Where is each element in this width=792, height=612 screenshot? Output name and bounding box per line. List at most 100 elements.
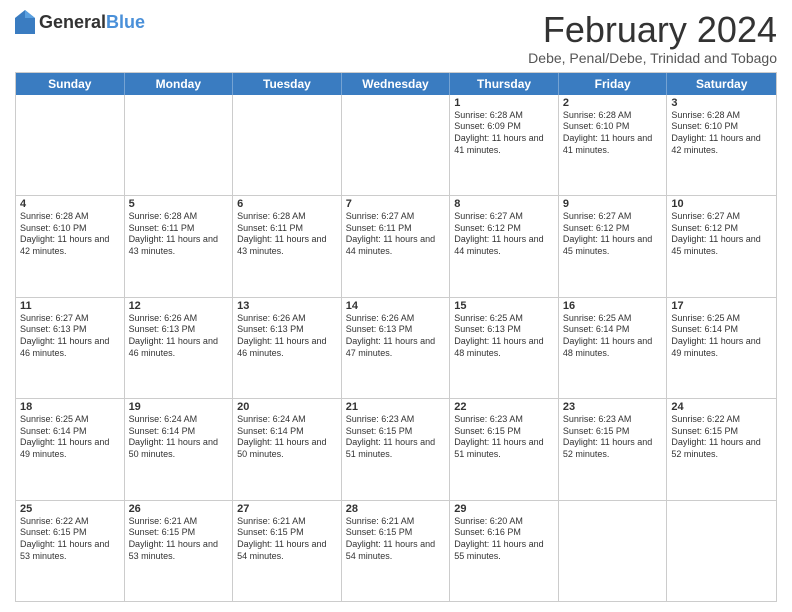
logo: GeneralBlue: [15, 10, 145, 34]
day-number: 25: [20, 503, 120, 515]
calendar-header: SundayMondayTuesdayWednesdayThursdayFrid…: [16, 73, 776, 95]
calendar-day: 4Sunrise: 6:28 AM Sunset: 6:10 PM Daylig…: [16, 196, 125, 296]
calendar-day: 6Sunrise: 6:28 AM Sunset: 6:11 PM Daylig…: [233, 196, 342, 296]
calendar-row: 11Sunrise: 6:27 AM Sunset: 6:13 PM Dayli…: [16, 298, 776, 399]
calendar-day: 13Sunrise: 6:26 AM Sunset: 6:13 PM Dayli…: [233, 298, 342, 398]
day-info: Sunrise: 6:22 AM Sunset: 6:15 PM Dayligh…: [671, 414, 772, 461]
empty-cell: [16, 95, 125, 195]
day-number: 29: [454, 503, 554, 515]
day-info: Sunrise: 6:27 AM Sunset: 6:13 PM Dayligh…: [20, 313, 120, 360]
day-number: 5: [129, 198, 229, 210]
day-info: Sunrise: 6:24 AM Sunset: 6:14 PM Dayligh…: [237, 414, 337, 461]
calendar-day: 27Sunrise: 6:21 AM Sunset: 6:15 PM Dayli…: [233, 501, 342, 601]
calendar-day: 10Sunrise: 6:27 AM Sunset: 6:12 PM Dayli…: [667, 196, 776, 296]
calendar-day: 16Sunrise: 6:25 AM Sunset: 6:14 PM Dayli…: [559, 298, 668, 398]
day-info: Sunrise: 6:27 AM Sunset: 6:12 PM Dayligh…: [671, 211, 772, 258]
day-number: 8: [454, 198, 554, 210]
calendar-day: 26Sunrise: 6:21 AM Sunset: 6:15 PM Dayli…: [125, 501, 234, 601]
day-of-week-header: Monday: [125, 73, 234, 95]
calendar-day: 23Sunrise: 6:23 AM Sunset: 6:15 PM Dayli…: [559, 399, 668, 499]
day-of-week-header: Saturday: [667, 73, 776, 95]
day-of-week-header: Thursday: [450, 73, 559, 95]
calendar-body: 1Sunrise: 6:28 AM Sunset: 6:09 PM Daylig…: [16, 95, 776, 601]
day-of-week-header: Tuesday: [233, 73, 342, 95]
day-info: Sunrise: 6:23 AM Sunset: 6:15 PM Dayligh…: [563, 414, 663, 461]
day-number: 23: [563, 401, 663, 413]
empty-cell: [667, 501, 776, 601]
day-info: Sunrise: 6:21 AM Sunset: 6:15 PM Dayligh…: [129, 516, 229, 563]
day-number: 4: [20, 198, 120, 210]
empty-cell: [233, 95, 342, 195]
day-info: Sunrise: 6:26 AM Sunset: 6:13 PM Dayligh…: [237, 313, 337, 360]
day-info: Sunrise: 6:27 AM Sunset: 6:12 PM Dayligh…: [563, 211, 663, 258]
empty-cell: [125, 95, 234, 195]
day-number: 1: [454, 97, 554, 109]
day-info: Sunrise: 6:22 AM Sunset: 6:15 PM Dayligh…: [20, 516, 120, 563]
calendar-day: 3Sunrise: 6:28 AM Sunset: 6:10 PM Daylig…: [667, 95, 776, 195]
logo-general: General: [39, 12, 106, 32]
day-info: Sunrise: 6:24 AM Sunset: 6:14 PM Dayligh…: [129, 414, 229, 461]
logo-blue: Blue: [106, 12, 145, 32]
day-info: Sunrise: 6:20 AM Sunset: 6:16 PM Dayligh…: [454, 516, 554, 563]
day-number: 3: [671, 97, 772, 109]
day-info: Sunrise: 6:28 AM Sunset: 6:11 PM Dayligh…: [129, 211, 229, 258]
day-info: Sunrise: 6:21 AM Sunset: 6:15 PM Dayligh…: [346, 516, 446, 563]
calendar-row: 25Sunrise: 6:22 AM Sunset: 6:15 PM Dayli…: [16, 501, 776, 601]
day-number: 18: [20, 401, 120, 413]
calendar-day: 20Sunrise: 6:24 AM Sunset: 6:14 PM Dayli…: [233, 399, 342, 499]
calendar-day: 29Sunrise: 6:20 AM Sunset: 6:16 PM Dayli…: [450, 501, 559, 601]
day-info: Sunrise: 6:25 AM Sunset: 6:14 PM Dayligh…: [671, 313, 772, 360]
calendar-row: 18Sunrise: 6:25 AM Sunset: 6:14 PM Dayli…: [16, 399, 776, 500]
day-number: 27: [237, 503, 337, 515]
calendar-day: 14Sunrise: 6:26 AM Sunset: 6:13 PM Dayli…: [342, 298, 451, 398]
page: GeneralBlue February 2024 Debe, Penal/De…: [0, 0, 792, 612]
calendar-row: 4Sunrise: 6:28 AM Sunset: 6:10 PM Daylig…: [16, 196, 776, 297]
day-of-week-header: Wednesday: [342, 73, 451, 95]
day-number: 2: [563, 97, 663, 109]
day-number: 13: [237, 300, 337, 312]
day-info: Sunrise: 6:25 AM Sunset: 6:14 PM Dayligh…: [20, 414, 120, 461]
day-number: 6: [237, 198, 337, 210]
empty-cell: [342, 95, 451, 195]
day-number: 10: [671, 198, 772, 210]
day-info: Sunrise: 6:21 AM Sunset: 6:15 PM Dayligh…: [237, 516, 337, 563]
day-of-week-header: Sunday: [16, 73, 125, 95]
calendar-day: 9Sunrise: 6:27 AM Sunset: 6:12 PM Daylig…: [559, 196, 668, 296]
calendar-day: 19Sunrise: 6:24 AM Sunset: 6:14 PM Dayli…: [125, 399, 234, 499]
day-number: 26: [129, 503, 229, 515]
day-info: Sunrise: 6:26 AM Sunset: 6:13 PM Dayligh…: [346, 313, 446, 360]
subtitle: Debe, Penal/Debe, Trinidad and Tobago: [528, 50, 777, 66]
calendar-day: 15Sunrise: 6:25 AM Sunset: 6:13 PM Dayli…: [450, 298, 559, 398]
calendar: SundayMondayTuesdayWednesdayThursdayFrid…: [15, 72, 777, 602]
day-number: 28: [346, 503, 446, 515]
calendar-day: 17Sunrise: 6:25 AM Sunset: 6:14 PM Dayli…: [667, 298, 776, 398]
day-info: Sunrise: 6:26 AM Sunset: 6:13 PM Dayligh…: [129, 313, 229, 360]
day-info: Sunrise: 6:28 AM Sunset: 6:10 PM Dayligh…: [563, 110, 663, 157]
day-number: 17: [671, 300, 772, 312]
calendar-day: 22Sunrise: 6:23 AM Sunset: 6:15 PM Dayli…: [450, 399, 559, 499]
day-number: 14: [346, 300, 446, 312]
calendar-day: 24Sunrise: 6:22 AM Sunset: 6:15 PM Dayli…: [667, 399, 776, 499]
day-info: Sunrise: 6:28 AM Sunset: 6:09 PM Dayligh…: [454, 110, 554, 157]
day-info: Sunrise: 6:23 AM Sunset: 6:15 PM Dayligh…: [346, 414, 446, 461]
calendar-day: 28Sunrise: 6:21 AM Sunset: 6:15 PM Dayli…: [342, 501, 451, 601]
calendar-day: 11Sunrise: 6:27 AM Sunset: 6:13 PM Dayli…: [16, 298, 125, 398]
day-info: Sunrise: 6:28 AM Sunset: 6:10 PM Dayligh…: [671, 110, 772, 157]
day-number: 22: [454, 401, 554, 413]
day-number: 11: [20, 300, 120, 312]
day-info: Sunrise: 6:23 AM Sunset: 6:15 PM Dayligh…: [454, 414, 554, 461]
day-number: 7: [346, 198, 446, 210]
logo-icon: [15, 10, 35, 34]
calendar-day: 12Sunrise: 6:26 AM Sunset: 6:13 PM Dayli…: [125, 298, 234, 398]
day-number: 20: [237, 401, 337, 413]
calendar-row: 1Sunrise: 6:28 AM Sunset: 6:09 PM Daylig…: [16, 95, 776, 196]
calendar-day: 21Sunrise: 6:23 AM Sunset: 6:15 PM Dayli…: [342, 399, 451, 499]
day-info: Sunrise: 6:28 AM Sunset: 6:10 PM Dayligh…: [20, 211, 120, 258]
empty-cell: [559, 501, 668, 601]
calendar-day: 1Sunrise: 6:28 AM Sunset: 6:09 PM Daylig…: [450, 95, 559, 195]
header: GeneralBlue February 2024 Debe, Penal/De…: [15, 10, 777, 66]
calendar-day: 2Sunrise: 6:28 AM Sunset: 6:10 PM Daylig…: [559, 95, 668, 195]
day-number: 19: [129, 401, 229, 413]
day-number: 15: [454, 300, 554, 312]
day-info: Sunrise: 6:27 AM Sunset: 6:12 PM Dayligh…: [454, 211, 554, 258]
